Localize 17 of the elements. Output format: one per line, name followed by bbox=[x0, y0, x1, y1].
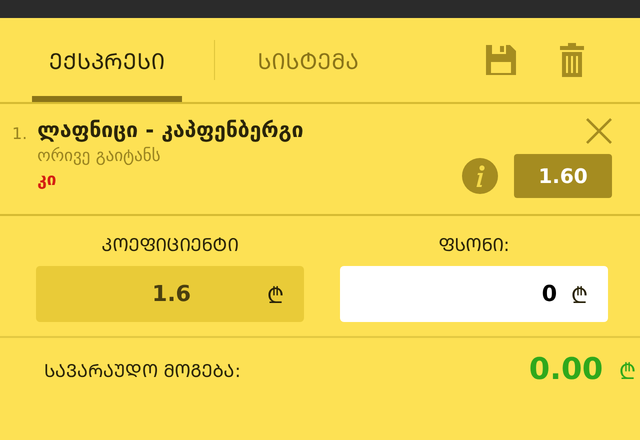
close-icon[interactable] bbox=[586, 118, 612, 144]
winnings-value: 0.00 bbox=[528, 352, 603, 387]
stake-label: ᲤᲡᲝᲜᲘ: bbox=[437, 234, 511, 256]
trash-icon[interactable] bbox=[560, 43, 584, 77]
save-icon[interactable] bbox=[486, 43, 516, 77]
currency-symbol: ₾ bbox=[619, 358, 636, 384]
winnings-label: ᲡᲐᲕᲐᲠᲐᲣᲓᲝ ᲛᲝᲒᲔᲑᲐ: bbox=[44, 360, 242, 382]
pick-label: კი bbox=[37, 170, 58, 190]
tab[interactable]: ᲔᲥᲡᲞᲠᲔᲡᲘ bbox=[32, 18, 182, 102]
tab[interactable]: ᲡᲘᲡᲢᲔᲛᲐ bbox=[233, 18, 383, 102]
coefficient-field: 1.6 ₾ bbox=[36, 266, 304, 322]
market-name: ორივე გაიტანს bbox=[37, 146, 162, 166]
info-icon[interactable] bbox=[462, 158, 498, 194]
stake-input[interactable]: 0 ₾ bbox=[340, 266, 608, 322]
match-title: ლაფნიცი - კაპფენბერგი bbox=[37, 118, 304, 142]
bet-number: 1. bbox=[12, 123, 28, 145]
coefficient-label: ᲙᲝᲔᲤᲘᲪᲘᲔᲜᲢᲘ bbox=[100, 234, 240, 256]
